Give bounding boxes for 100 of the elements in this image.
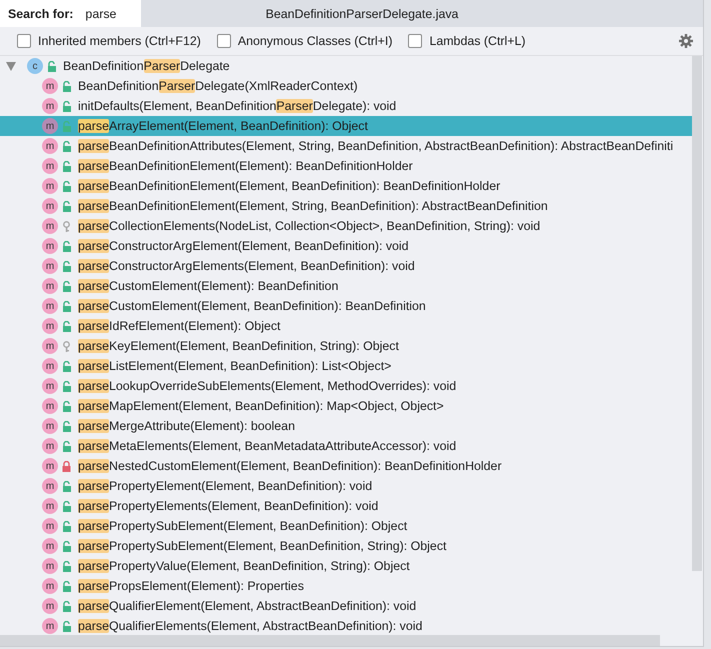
- method-badge: m: [42, 518, 58, 534]
- method-signature: parseConstructorArgElement(Element, BeanDefinition): void: [78, 239, 409, 253]
- method-badge: m: [42, 358, 58, 374]
- open-lock-icon: [62, 200, 71, 212]
- open-lock-icon: [62, 360, 71, 372]
- open-lock-icon: [62, 500, 71, 512]
- method-signature: parseArrayElement(Element, BeanDefinition): Object: [78, 119, 368, 133]
- method-signature: parseIdRefElement(Element): Object: [78, 319, 280, 333]
- method-badge: m: [42, 578, 58, 594]
- open-lock-icon: [47, 60, 56, 72]
- tree-row[interactable]: m parsePropsElement(Element): Properties: [0, 576, 692, 596]
- filter-checkbox[interactable]: Inherited members (Ctrl+F12): [17, 34, 201, 48]
- open-lock-icon: [62, 180, 71, 192]
- open-lock-icon: [62, 80, 71, 92]
- method-signature: parseCustomElement(Element, BeanDefinition): BeanDefinition: [78, 299, 426, 313]
- tree-row[interactable]: m parseIdRefElement(Element): Object: [0, 316, 692, 336]
- method-signature: parseQualifierElements(Element, AbstractBeanDefinition): void: [78, 619, 422, 633]
- key-icon: [62, 220, 71, 232]
- open-lock-icon: [62, 520, 71, 532]
- tree-row[interactable]: m parsePropertyElements(Element, BeanDefinition): void: [0, 496, 692, 516]
- method-signature: parseBeanDefinitionElement(Element, String, BeanDefinition): AbstractBeanDefinition: [78, 199, 548, 213]
- settings-icon: [679, 34, 693, 48]
- method-badge: m: [42, 458, 58, 474]
- method-signature: parsePropertyValue(Element, BeanDefinition, String): Object: [78, 559, 410, 573]
- method-signature: parsePropertySubElement(Element, BeanDefinition): Object: [78, 519, 408, 533]
- open-lock-icon: [62, 380, 71, 392]
- tree-row[interactable]: m parseKeyElement(Element, BeanDefinition, String): Object: [0, 336, 692, 356]
- method-badge: m: [42, 498, 58, 514]
- filter-checkbox[interactable]: Anonymous Classes (Ctrl+I): [216, 34, 392, 48]
- open-lock-icon: [62, 100, 71, 112]
- tree-row[interactable]: m parseConstructorArgElement(Element, BeanDefinition): void: [0, 236, 692, 256]
- horizontal-scrollbar[interactable]: [0, 635, 660, 646]
- method-signature: parseMetaElements(Element, BeanMetadataAttributeAccessor): void: [78, 439, 456, 453]
- key-icon: [62, 340, 71, 352]
- method-signature: parseBeanDefinitionElement(Element, BeanDefinition): BeanDefinitionHolder: [78, 179, 500, 193]
- method-badge: m: [42, 538, 58, 554]
- open-lock-icon: [62, 600, 71, 612]
- tree-row[interactable]: m parseListElement(Element, BeanDefinition): List<Object>: [0, 356, 692, 376]
- method-badge: m: [42, 78, 58, 94]
- search-field[interactable]: Search for: parse: [0, 0, 141, 27]
- tree-row[interactable]: c BeanDefinitionParserDelegate: [0, 56, 692, 76]
- method-signature: parseBeanDefinitionElement(Element): BeanDefinitionHolder: [78, 159, 413, 173]
- tree-row[interactable]: m parseConstructorArgElements(Element, BeanDefinition): void: [0, 256, 692, 276]
- tree-row[interactable]: m parseLookupOverrideSubElements(Element, MethodOverrides): void: [0, 376, 692, 396]
- tree-row[interactable]: m BeanDefinitionParserDelegate(XmlReaderContext): [0, 76, 692, 96]
- tree-row[interactable]: m parseBeanDefinitionElement(Element): BeanDefinitionHolder: [0, 156, 692, 176]
- method-badge: m: [42, 198, 58, 214]
- tree-row[interactable]: m parsePropertyValue(Element, BeanDefinition, String): Object: [0, 556, 692, 576]
- search-label: Search for:: [8, 6, 74, 20]
- method-signature: parseBeanDefinitionAttributes(Element, String, BeanDefinition, AbstractBeanDefinition): AbstractBeanDefiniti: [78, 139, 674, 153]
- tree-row[interactable]: m parseCustomElement(Element): BeanDefinition: [0, 276, 692, 296]
- open-lock-icon: [62, 240, 71, 252]
- method-signature: parsePropsElement(Element): Properties: [78, 579, 304, 593]
- method-signature: parsePropertyElements(Element, BeanDefinition): void: [78, 499, 378, 513]
- tree-row[interactable]: m parseMapElement(Element, BeanDefinition): Map<Object, Object>: [0, 396, 692, 416]
- method-badge: m: [42, 378, 58, 394]
- method-badge: m: [42, 178, 58, 194]
- filter-checkbox[interactable]: Lambdas (Ctrl+L): [408, 34, 526, 48]
- expand-arrow-icon[interactable]: [6, 62, 16, 70]
- method-badge: m: [42, 478, 58, 494]
- tree-row[interactable]: m parseQualifierElements(Element, AbstractBeanDefinition): void: [0, 616, 692, 635]
- tree-row[interactable]: m parseQualifierElement(Element, AbstractBeanDefinition): void: [0, 596, 692, 616]
- tree-row[interactable]: m parseMetaElements(Element, BeanMetadataAttributeAccessor): void: [0, 436, 692, 456]
- search-value: parse: [85, 6, 116, 20]
- tree-row[interactable]: m parseBeanDefinitionAttributes(Element, String, BeanDefinition, AbstractBeanDefinition): AbstractBeanDefiniti: [0, 136, 692, 156]
- tree-row[interactable]: m parseCollectionElements(NodeList, Collection<Object>, BeanDefinition, String): void: [0, 216, 692, 236]
- method-signature: parseMergeAttribute(Element): boolean: [78, 419, 295, 433]
- class-badge: c: [27, 58, 43, 74]
- open-lock-icon: [62, 160, 71, 172]
- tree-row[interactable]: m parsePropertyElement(Element, BeanDefinition): void: [0, 476, 692, 496]
- lock-icon: [62, 460, 71, 472]
- open-lock-icon: [62, 280, 71, 292]
- open-lock-icon: [62, 260, 71, 272]
- method-signature: parseNestedCustomElement(Element, BeanDefinition): BeanDefinitionHolder: [78, 459, 502, 473]
- tree-row[interactable]: m parseNestedCustomElement(Element, BeanDefinition): BeanDefinitionHolder: [0, 456, 692, 476]
- tree-row[interactable]: m parsePropertySubElement(Element, BeanDefinition, String): Object: [0, 536, 692, 556]
- open-lock-icon: [62, 580, 71, 592]
- method-signature: parseCollectionElements(NodeList, Collection<Object>, BeanDefinition, String): void: [78, 219, 540, 233]
- window-title: BeanDefinitionParserDelegate.java: [264, 6, 460, 20]
- open-lock-icon: [62, 400, 71, 412]
- vertical-scrollbar[interactable]: [692, 56, 702, 571]
- tree-row[interactable]: m parseBeanDefinitionElement(Element, BeanDefinition): BeanDefinitionHolder: [0, 176, 692, 196]
- method-signature: parseConstructorArgElements(Element, BeanDefinition): void: [78, 259, 415, 273]
- open-lock-icon: [62, 480, 71, 492]
- tree-row[interactable]: m parseMergeAttribute(Element): boolean: [0, 416, 692, 436]
- tree-row[interactable]: m parsePropertySubElement(Element, BeanDefinition): Object: [0, 516, 692, 536]
- tree-row[interactable]: m parseArrayElement(Element, BeanDefinition): Object: [0, 116, 692, 136]
- tree-row[interactable]: m parseBeanDefinitionElement(Element, String, BeanDefinition): AbstractBeanDefinition: [0, 196, 692, 216]
- tree-row[interactable]: m initDefaults(Element, BeanDefinitionParserDelegate): void: [0, 96, 692, 116]
- open-lock-icon: [62, 560, 71, 572]
- open-lock-icon: [62, 300, 71, 312]
- method-badge: m: [42, 298, 58, 314]
- method-badge: m: [42, 218, 58, 234]
- open-lock-icon: [62, 140, 71, 152]
- tree-row[interactable]: m parseCustomElement(Element, BeanDefinition): BeanDefinition: [0, 296, 692, 316]
- method-signature: parseListElement(Element, BeanDefinition): List<Object>: [78, 359, 392, 373]
- method-badge: m: [42, 598, 58, 614]
- method-badge: m: [42, 158, 58, 174]
- method-badge: m: [42, 338, 58, 354]
- method-badge: m: [42, 618, 58, 634]
